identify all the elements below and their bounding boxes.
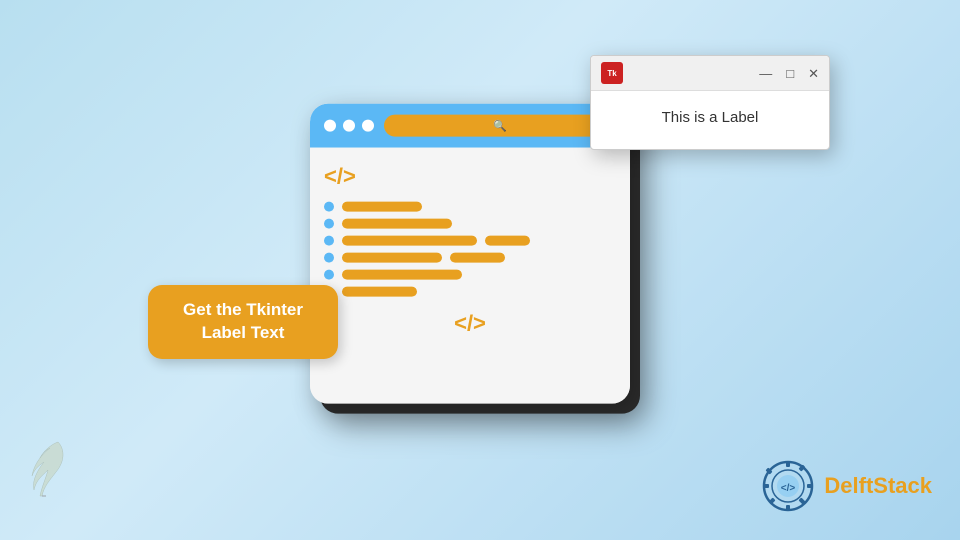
traffic-lights (324, 120, 374, 132)
tkinter-window[interactable]: Tk — □ ✕ This is a Label (590, 55, 830, 150)
cta-text: Get the TkinterLabel Text (170, 299, 316, 345)
code-line (342, 202, 422, 212)
delftstack-emblem: </> (762, 460, 814, 512)
dot (324, 253, 334, 263)
browser-content: </> (310, 148, 630, 404)
dot (324, 219, 334, 229)
dot (324, 236, 334, 246)
bottom-code-symbol: </> (324, 311, 616, 337)
dot (324, 270, 334, 280)
top-code-symbol: </> (324, 164, 616, 190)
tkinter-label-text: This is a Label (662, 109, 759, 126)
quill-icon (28, 440, 66, 498)
code-line (342, 287, 417, 297)
delftstack-brand: DelftStack (824, 473, 932, 499)
tkinter-app-icon: Tk (601, 62, 623, 84)
cta-badge: Get the TkinterLabel Text (148, 285, 338, 359)
tkinter-titlebar: Tk — □ ✕ (591, 56, 829, 91)
browser-window: 🔍 </> (310, 104, 630, 404)
tkinter-body: This is a Label (591, 91, 829, 149)
traffic-light-2 (343, 120, 355, 132)
code-line-row (324, 236, 616, 246)
code-line-extra (450, 253, 505, 263)
brand-prefix: Delft (824, 473, 873, 498)
dot (324, 202, 334, 212)
code-line (342, 236, 477, 246)
editor-illustration: 🔍 </> (310, 104, 650, 424)
brand-suffix: Stack (873, 473, 932, 498)
minimize-button[interactable]: — (759, 67, 772, 80)
svg-text:</>: </> (781, 483, 796, 494)
code-line (342, 253, 442, 263)
code-line-row (324, 202, 616, 212)
code-line-row (324, 219, 616, 229)
tkinter-controls[interactable]: — □ ✕ (759, 67, 819, 80)
code-line (342, 270, 462, 280)
traffic-light-1 (324, 120, 336, 132)
address-bar: 🔍 (384, 115, 616, 137)
tkinter-icon-label: Tk (607, 69, 616, 78)
code-line (342, 219, 452, 229)
code-line-row (324, 287, 616, 297)
close-button[interactable]: ✕ (808, 67, 819, 80)
code-line-extra (485, 236, 530, 246)
delftstack-logo: </> DelftStack (762, 460, 932, 512)
code-lines (324, 202, 616, 297)
search-icon: 🔍 (493, 119, 507, 132)
browser-topbar: 🔍 (310, 104, 630, 148)
traffic-light-3 (362, 120, 374, 132)
maximize-button[interactable]: □ (786, 67, 794, 80)
code-line-row (324, 253, 616, 263)
code-line-row (324, 270, 616, 280)
